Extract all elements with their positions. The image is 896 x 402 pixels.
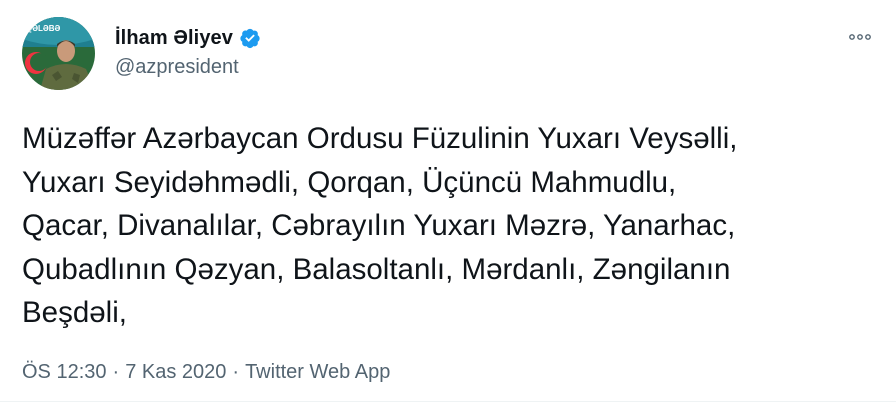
tweet-card: QƏLƏBƏ İlham Əliyev @azpresident Müzəffə… bbox=[0, 0, 896, 402]
verified-badge-icon bbox=[239, 27, 261, 49]
author-handle[interactable]: @azpresident bbox=[115, 56, 239, 79]
tweet-source-link[interactable]: Twitter Web App bbox=[245, 361, 390, 384]
author-name-row: İlham Əliyev bbox=[115, 26, 261, 50]
tweet-meta: ÖS 12:30 · 7 Kas 2020 · Twitter Web App bbox=[22, 361, 390, 384]
tweet-time-link[interactable]: ÖS 12:30 bbox=[22, 361, 107, 384]
tweet-date-link[interactable]: 7 Kas 2020 bbox=[125, 361, 226, 384]
meta-separator: · bbox=[232, 361, 240, 383]
tweet-text: Müzəffər Azərbaycan Ordusu Füzulinin Yux… bbox=[22, 122, 738, 329]
avatar-banner-text: QƏLƏBƏ bbox=[26, 24, 61, 33]
avatar[interactable]: QƏLƏBƏ bbox=[22, 17, 95, 90]
more-dots-icon[interactable] bbox=[846, 27, 874, 47]
author-display-name[interactable]: İlham Əliyev bbox=[115, 27, 233, 50]
avatar-image: QƏLƏBƏ bbox=[22, 17, 95, 90]
meta-separator: · bbox=[112, 361, 120, 383]
